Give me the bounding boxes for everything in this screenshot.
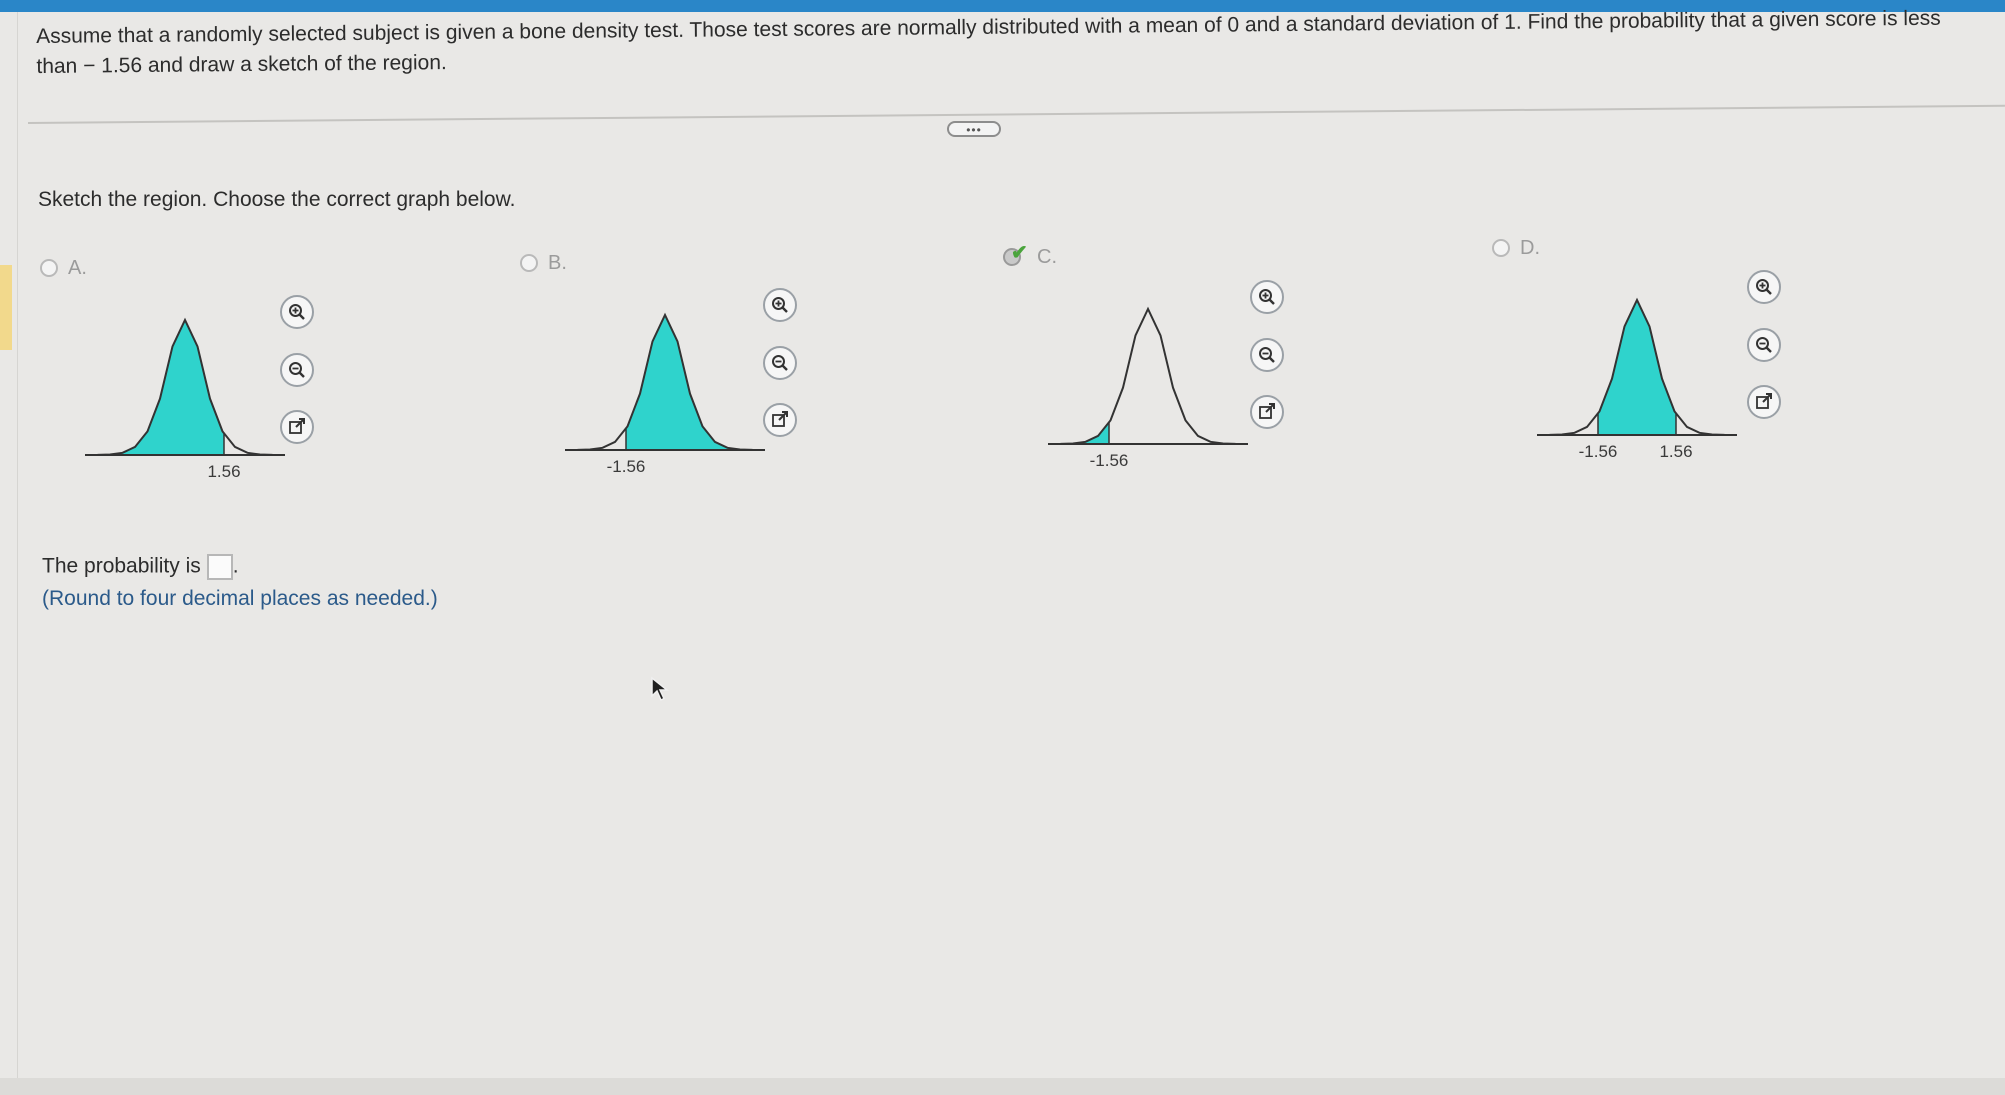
tick-label-a: 1.56	[207, 462, 240, 480]
open-external-icon	[1756, 393, 1772, 409]
shaded-region-b	[626, 315, 765, 450]
radio-option-a[interactable]	[40, 259, 58, 277]
zoom-in-button-b[interactable]	[763, 288, 797, 322]
left-rule	[17, 12, 18, 1087]
probability-answer-input[interactable]	[206, 554, 233, 580]
prompt-text: Sketch the region. Choose the correct gr…	[38, 188, 516, 211]
rounding-note: (Round to four decimal places as needed.…	[42, 587, 438, 610]
tick-label-b: -1.56	[607, 457, 646, 475]
mouse-cursor-icon	[651, 676, 670, 702]
radio-option-b[interactable]	[520, 254, 538, 272]
zoom-in-icon	[1756, 279, 1772, 295]
section-divider	[28, 104, 2005, 124]
probability-label: The probability is	[42, 554, 201, 578]
curve-c	[1048, 306, 1248, 445]
zoom-out-button-d[interactable]	[1747, 328, 1781, 362]
tick-label-d-left: -1.56	[1579, 442, 1618, 460]
graph-option-b: -1.56	[565, 312, 765, 475]
tick-label-c: -1.56	[1090, 451, 1129, 469]
probability-line: The probability is.	[42, 554, 239, 580]
radio-option-d[interactable]	[1492, 239, 1510, 257]
zoom-in-button-c[interactable]	[1250, 280, 1284, 314]
zoom-out-button-b[interactable]	[763, 346, 797, 380]
option-b[interactable]: B. -1.56	[520, 250, 797, 510]
option-a[interactable]: A. 1.56	[40, 255, 314, 515]
open-external-button-b[interactable]	[763, 403, 797, 437]
zoom-out-icon	[289, 362, 305, 378]
graph-option-c: -1.56	[1048, 306, 1248, 469]
shaded-region-a	[85, 320, 224, 455]
option-b-letter: B.	[548, 252, 567, 274]
question-text: Assume that a randomly selected subject …	[36, 6, 1941, 78]
option-c-letter: C.	[1037, 246, 1057, 268]
check-icon: ✔	[1011, 242, 1028, 264]
option-d-letter: D.	[1520, 237, 1540, 259]
open-external-button-a[interactable]	[280, 410, 314, 444]
zoom-out-icon	[772, 355, 788, 371]
shaded-region-d	[1598, 300, 1676, 435]
tick-label-d-right: 1.56	[1659, 442, 1692, 460]
graph-option-a: 1.56	[85, 317, 285, 480]
zoom-in-icon	[289, 304, 305, 320]
zoom-in-icon	[772, 297, 788, 313]
zoom-out-icon	[1756, 337, 1772, 353]
open-external-icon	[289, 418, 305, 434]
option-c[interactable]: ✔ C. -1.56	[1003, 242, 1284, 504]
zoom-out-button-a[interactable]	[280, 353, 314, 387]
open-external-button-d[interactable]	[1747, 385, 1781, 419]
zoom-in-button-d[interactable]	[1747, 270, 1781, 304]
open-external-icon	[772, 411, 788, 427]
option-d[interactable]: D. -1.56 1.56	[1492, 235, 1781, 495]
open-external-icon	[1259, 403, 1275, 419]
zoom-in-button-a[interactable]	[280, 295, 314, 329]
option-a-letter: A.	[68, 257, 87, 279]
zoom-out-button-c[interactable]	[1250, 338, 1284, 372]
zoom-in-icon	[1259, 289, 1275, 305]
probability-suffix: .	[232, 554, 239, 578]
left-accent-marker	[0, 265, 12, 350]
zoom-out-icon	[1259, 347, 1275, 363]
bottom-band	[0, 1078, 2005, 1095]
open-external-button-c[interactable]	[1250, 395, 1284, 429]
more-button[interactable]: •••	[947, 121, 1001, 137]
graph-option-d: -1.56 1.56	[1537, 297, 1737, 460]
